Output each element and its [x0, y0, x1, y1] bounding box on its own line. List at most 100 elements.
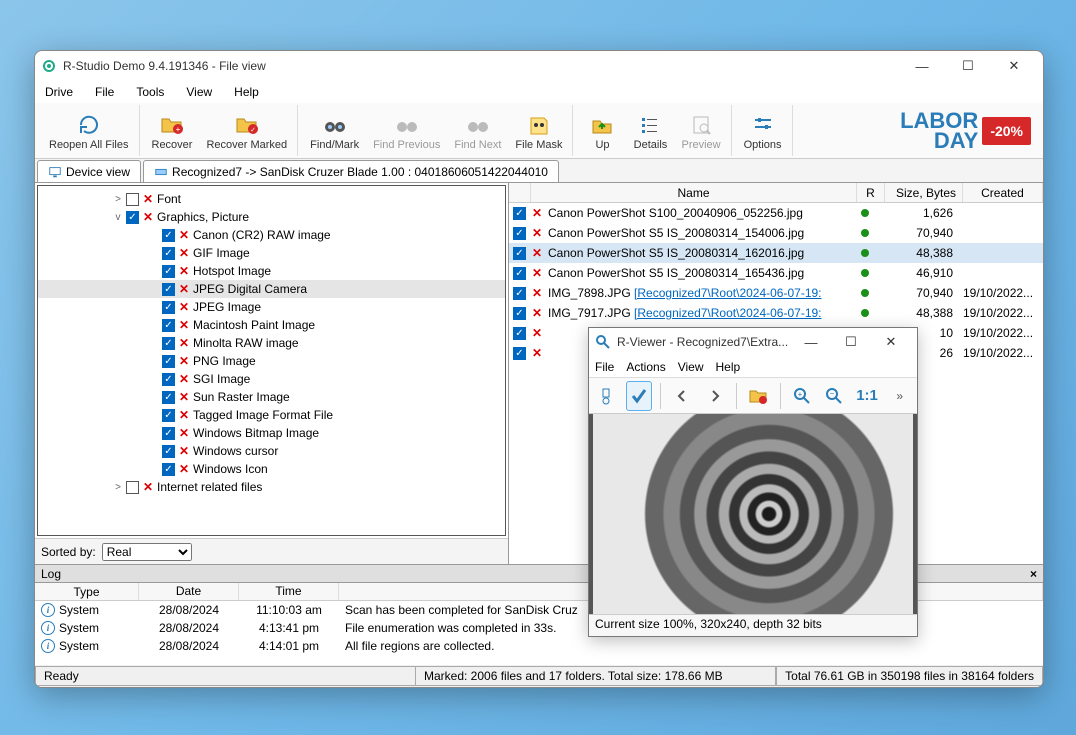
- checkbox[interactable]: [126, 211, 139, 224]
- checkbox[interactable]: [162, 301, 175, 314]
- file-mask-button[interactable]: File Mask: [509, 106, 568, 156]
- checkbox[interactable]: [513, 287, 526, 300]
- col-name[interactable]: Name: [531, 183, 857, 202]
- reopen-all-files-button[interactable]: Reopen All Files: [43, 106, 135, 156]
- checkbox[interactable]: [513, 267, 526, 280]
- file-link[interactable]: [Recognized7\Root\2024-06-07-19:: [634, 286, 821, 300]
- checkbox[interactable]: [162, 391, 175, 404]
- menu-view[interactable]: View: [182, 83, 216, 101]
- tree-row[interactable]: >✕Internet related files: [38, 478, 505, 496]
- checkbox[interactable]: [162, 337, 175, 350]
- tree-row[interactable]: ✕Canon (CR2) RAW image: [38, 226, 505, 244]
- file-link[interactable]: [Recognized7\Root\2024-06-07-19:: [634, 306, 821, 320]
- titlebar[interactable]: R-Studio Demo 9.4.191346 - File view — ☐…: [35, 51, 1043, 81]
- menu-tools[interactable]: Tools: [132, 83, 168, 101]
- tree-row[interactable]: ✕Sun Raster Image: [38, 388, 505, 406]
- viewer-menu-file[interactable]: File: [595, 360, 614, 374]
- tree-row[interactable]: ✕JPEG Image: [38, 298, 505, 316]
- viewer-zoom-11-button[interactable]: 1:1: [854, 381, 881, 411]
- tab-recognized-path[interactable]: Recognized7 -> SanDisk Cruzer Blade 1.00…: [143, 160, 559, 182]
- col-size[interactable]: Size, Bytes: [885, 183, 963, 202]
- close-button[interactable]: ✕: [991, 51, 1037, 81]
- checkbox[interactable]: [513, 247, 526, 260]
- find-next-button[interactable]: Find Next: [448, 106, 507, 156]
- recover-button[interactable]: +Recover: [146, 106, 199, 156]
- checkbox[interactable]: [513, 227, 526, 240]
- tree-row[interactable]: ✕Hotspot Image: [38, 262, 505, 280]
- table-row[interactable]: ✕Canon PowerShot S5 IS_20080314_162016.j…: [509, 243, 1043, 263]
- tab-device-view[interactable]: Device view: [37, 160, 141, 182]
- up-button[interactable]: Up: [579, 106, 625, 156]
- checkbox[interactable]: [162, 463, 175, 476]
- tree-row[interactable]: ✕Windows Bitmap Image: [38, 424, 505, 442]
- viewer-pin-button[interactable]: [593, 381, 620, 411]
- col-r[interactable]: R: [857, 183, 885, 202]
- checkbox[interactable]: [126, 193, 139, 206]
- checkbox[interactable]: [162, 247, 175, 260]
- menu-drive[interactable]: Drive: [41, 83, 77, 101]
- tree-row[interactable]: ✕SGI Image: [38, 370, 505, 388]
- tree-row[interactable]: v✕Graphics, Picture: [38, 208, 505, 226]
- viewer-close-button[interactable]: ✕: [871, 329, 911, 355]
- recover-marked-button[interactable]: ✓Recover Marked: [200, 106, 293, 156]
- tree-row[interactable]: ✕PNG Image: [38, 352, 505, 370]
- table-row[interactable]: ✕Canon PowerShot S100_20040906_052256.jp…: [509, 203, 1043, 223]
- minimize-button[interactable]: —: [899, 51, 945, 81]
- viewer-image-area[interactable]: [589, 414, 917, 614]
- file-grid-header[interactable]: Name R Size, Bytes Created: [509, 183, 1043, 203]
- sort-select[interactable]: Real: [102, 543, 192, 561]
- checkbox[interactable]: [162, 265, 175, 278]
- table-row[interactable]: ✕Canon PowerShot S5 IS_20080314_165436.j…: [509, 263, 1043, 283]
- viewer-check-button[interactable]: [626, 381, 653, 411]
- preview-button[interactable]: Preview: [675, 106, 726, 156]
- promo-banner[interactable]: LABORDAY -20%: [900, 111, 1039, 151]
- details-button[interactable]: Details: [627, 106, 673, 156]
- viewer-menu-view[interactable]: View: [678, 360, 704, 374]
- find-previous-button[interactable]: Find Previous: [367, 106, 446, 156]
- checkbox[interactable]: [513, 207, 526, 220]
- log-close-icon[interactable]: ×: [1030, 567, 1037, 581]
- folder-tree[interactable]: >✕Fontv✕Graphics, Picture✕Canon (CR2) RA…: [37, 185, 506, 536]
- viewer-maximize-button[interactable]: ☐: [831, 329, 871, 355]
- viewer-titlebar[interactable]: R-Viewer - Recognized7\Extra... — ☐ ✕: [589, 328, 917, 356]
- table-row[interactable]: ✕Canon PowerShot S5 IS_20080314_154006.j…: [509, 223, 1043, 243]
- tree-row[interactable]: ✕GIF Image: [38, 244, 505, 262]
- viewer-zoom-out-button[interactable]: −: [821, 381, 848, 411]
- checkbox[interactable]: [513, 307, 526, 320]
- viewer-prev-button[interactable]: [669, 381, 696, 411]
- table-row[interactable]: ✕IMG_7917.JPG [Recognized7\Root\2024-06-…: [509, 303, 1043, 323]
- menu-help[interactable]: Help: [230, 83, 263, 101]
- options-button[interactable]: Options: [738, 106, 788, 156]
- checkbox[interactable]: [162, 445, 175, 458]
- checkbox[interactable]: [162, 409, 175, 422]
- find-mark-button[interactable]: Find/Mark: [304, 106, 365, 156]
- table-row[interactable]: ✕IMG_7898.JPG [Recognized7\Root\2024-06-…: [509, 283, 1043, 303]
- checkbox[interactable]: [162, 427, 175, 440]
- tree-row[interactable]: ✕JPEG Digital Camera: [38, 280, 505, 298]
- tree-row[interactable]: ✕Windows cursor: [38, 442, 505, 460]
- checkbox[interactable]: [513, 347, 526, 360]
- checkbox[interactable]: [162, 283, 175, 296]
- checkbox[interactable]: [513, 327, 526, 340]
- viewer-menu-help[interactable]: Help: [716, 360, 741, 374]
- tree-row[interactable]: ✕Windows Icon: [38, 460, 505, 478]
- viewer-minimize-button[interactable]: —: [791, 329, 831, 355]
- viewer-menu-actions[interactable]: Actions: [626, 360, 665, 374]
- tree-row[interactable]: >✕Font: [38, 190, 505, 208]
- viewer-zoom-in-button[interactable]: +: [789, 381, 816, 411]
- viewer-recover-button[interactable]: [745, 381, 772, 411]
- tree-row[interactable]: ✕Macintosh Paint Image: [38, 316, 505, 334]
- checkbox[interactable]: [162, 373, 175, 386]
- checkbox[interactable]: [126, 481, 139, 494]
- tree-row[interactable]: ✕Minolta RAW image: [38, 334, 505, 352]
- menu-file[interactable]: File: [91, 83, 118, 101]
- tree-row[interactable]: ✕Tagged Image Format File: [38, 406, 505, 424]
- log-row[interactable]: iSystem28/08/20244:14:01 pmAll file regi…: [35, 637, 1043, 655]
- checkbox[interactable]: [162, 229, 175, 242]
- maximize-button[interactable]: ☐: [945, 51, 991, 81]
- viewer-more-button[interactable]: »: [886, 381, 913, 411]
- checkbox[interactable]: [162, 319, 175, 332]
- checkbox[interactable]: [162, 355, 175, 368]
- viewer-next-button[interactable]: [702, 381, 729, 411]
- col-created[interactable]: Created: [963, 183, 1043, 202]
